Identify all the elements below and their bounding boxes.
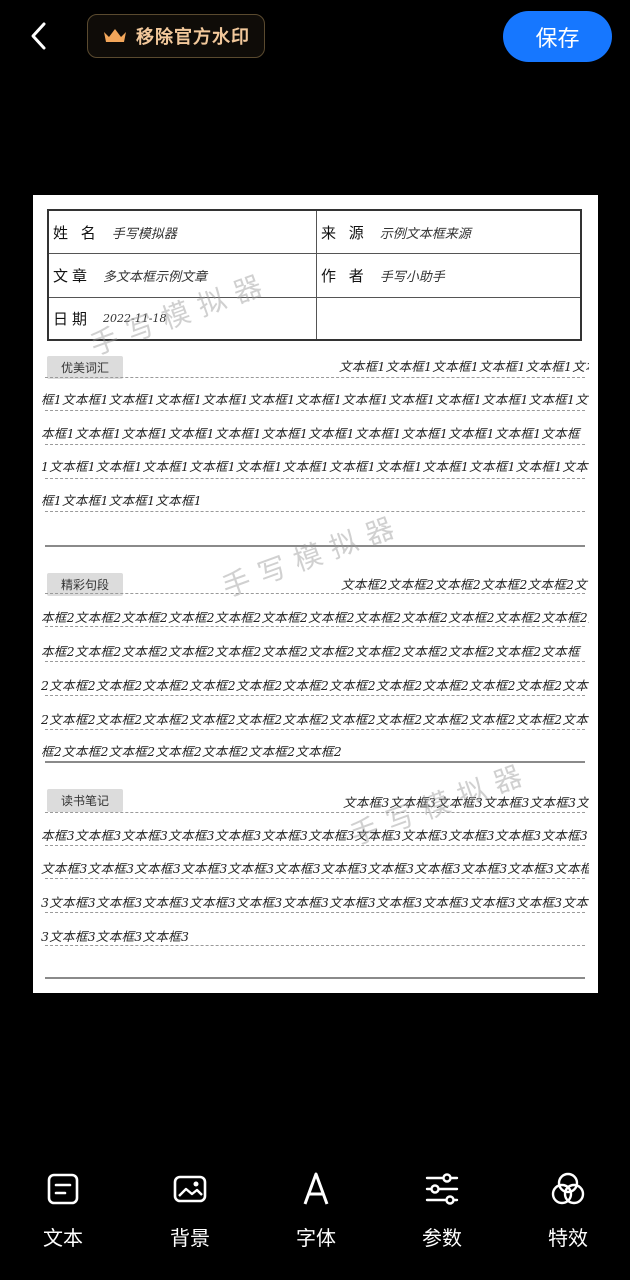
text-line: 2文本框2文本框2文本框2文本框2文本框2文本框2文本框2文本框2文本框2文本框… [41, 712, 589, 727]
text-line: 本框3文本框3文本框3文本框3文本框3文本框3文本框3文本框3文本框3文本框3文… [41, 828, 589, 843]
section-tag: 读书笔记 [47, 789, 124, 812]
text-line: 本框2文本框2文本框2文本框2文本框2文本框2文本框2文本框2文本框2文本框2文… [41, 610, 589, 625]
tool-params[interactable]: 参数 [397, 1170, 487, 1251]
handwriting-paper-preview: 姓 名 手写模拟器 来 源 示例文本框来源 文章 多文本框示例文章 作 者 手写… [33, 195, 598, 993]
text-line: 框1文本框1文本框1文本框1 [41, 493, 203, 508]
tool-params-label: 参数 [422, 1226, 462, 1250]
text-box-icon [47, 1173, 79, 1205]
text-line: 本框2文本框2文本框2文本框2文本框2文本框2文本框2文本框2文本框2文本框2文… [41, 644, 580, 659]
text-line: 本框1文本框1文本框1文本框1文本框1文本框1文本框1文本框1文本框1文本框1文… [41, 426, 580, 441]
text-line: 3文本框3文本框3文本框3文本框3文本框3文本框3文本框3文本框3文本框3文本框… [41, 895, 589, 910]
name-label: 姓 名 [53, 224, 100, 242]
image-icon [173, 1175, 207, 1203]
text-line: 文本框3文本框3文本框3文本框3文本框3文本框3文本框3文本框3文本框3文本框3… [41, 861, 589, 876]
name-cell: 姓 名 手写模拟器 [53, 211, 177, 254]
text-line: 3文本框3文本框3文本框3 [41, 929, 190, 944]
tool-background[interactable]: 背景 [145, 1170, 235, 1251]
name-value: 手写模拟器 [111, 227, 177, 242]
text-line: 文本框1文本框1文本框1文本框1文本框1文本 [339, 359, 589, 374]
crown-icon [104, 29, 126, 42]
remove-watermark-button[interactable]: 移除官方水印 [87, 14, 265, 58]
section-tag: 优美词汇 [47, 356, 124, 379]
source-cell: 来 源 示例文本框来源 [321, 211, 471, 254]
tool-font-label: 字体 [296, 1226, 336, 1250]
author-value: 手写小助手 [379, 270, 445, 285]
back-button[interactable] [22, 18, 58, 54]
author-label: 作 者 [321, 267, 368, 285]
tool-effects[interactable]: 特效 [523, 1170, 613, 1251]
text-line: 1文本框1文本框1文本框1文本框1文本框1文本框1文本框1文本框1文本框1文本框… [41, 459, 589, 474]
text-line: 文本框2文本框2文本框2文本框2文本框2文 [341, 577, 588, 592]
author-cell: 作 者 手写小助手 [321, 254, 445, 297]
source-value: 示例文本框来源 [379, 227, 471, 242]
tool-background-label: 背景 [170, 1226, 210, 1250]
tool-font[interactable]: 字体 [271, 1170, 361, 1251]
sliders-icon [425, 1173, 459, 1205]
tool-effects-label: 特效 [548, 1226, 588, 1250]
article-value: 多文本框示例文章 [103, 270, 208, 285]
save-button[interactable]: 保存 [503, 11, 612, 62]
text-line: 框1文本框1文本框1文本框1文本框1文本框1文本框1文本框1文本框1文本框1文本… [41, 392, 589, 407]
chevron-left-icon [31, 22, 46, 50]
remove-watermark-label: 移除官方水印 [136, 27, 250, 48]
font-a-icon [303, 1172, 329, 1205]
tool-text[interactable]: 文本 [18, 1170, 108, 1251]
source-label: 来 源 [321, 224, 368, 242]
article-label: 文章 [53, 267, 92, 285]
text-line: 2文本框2文本框2文本框2文本框2文本框2文本框2文本框2文本框2文本框2文本框… [41, 678, 589, 693]
effects-circles-icon [551, 1172, 585, 1205]
tool-text-label: 文本 [43, 1226, 83, 1250]
